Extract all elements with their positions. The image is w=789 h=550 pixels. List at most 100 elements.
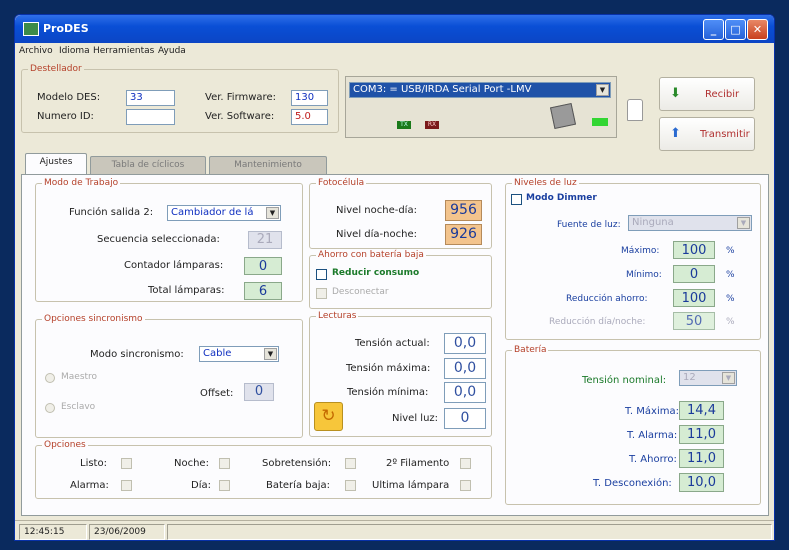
connection-led bbox=[592, 118, 608, 126]
t-alarma-label: T. Alarma: bbox=[627, 430, 678, 441]
rx-indicator: RX bbox=[425, 121, 439, 129]
chevron-down-icon[interactable]: ▼ bbox=[266, 207, 279, 219]
t-maxima-field[interactable]: 14,4 bbox=[679, 401, 724, 420]
tx-label: TX bbox=[400, 121, 408, 128]
t-desconexion-field[interactable]: 10,0 bbox=[679, 473, 724, 492]
t-ahorro-label: T. Ahorro: bbox=[629, 454, 677, 465]
maestro-radio bbox=[45, 373, 55, 383]
reduccion-dn-field: 50 bbox=[673, 312, 715, 330]
recibir-button[interactable]: ⬇ Recibir bbox=[659, 77, 755, 111]
listo-indicator bbox=[121, 458, 132, 469]
app-window: ProDES _ □ ✕ Archivo Idioma Herramientas… bbox=[14, 14, 775, 541]
refresh-icon: ↻ bbox=[321, 406, 336, 426]
menu-archivo[interactable]: Archivo bbox=[19, 46, 53, 56]
port-select[interactable]: COM3: = USB/IRDA Serial Port -LMV ▼ bbox=[349, 82, 611, 98]
dia-noche-label: Nivel día-noche: bbox=[336, 229, 417, 240]
sobretension-label: Sobretensión: bbox=[262, 458, 332, 469]
maximo-label: Máximo: bbox=[621, 246, 660, 256]
total-label: Total lámparas: bbox=[148, 285, 225, 296]
funcion-value: Cambiador de lá bbox=[171, 207, 254, 218]
tension-actual-field: 0,0 bbox=[444, 333, 486, 354]
niveles-title: Niveles de luz bbox=[512, 178, 579, 188]
menu-bar: Archivo Idioma Herramientas Ayuda bbox=[15, 43, 774, 60]
filamento-label: 2º Filamento bbox=[386, 458, 450, 469]
status-message bbox=[167, 524, 772, 540]
noche-dia-field[interactable]: 956 bbox=[445, 200, 482, 221]
sincronismo-select[interactable]: Cable ▼ bbox=[199, 346, 279, 362]
secuencia-field: 21 bbox=[248, 231, 282, 249]
offset-field: 0 bbox=[244, 383, 274, 401]
fuente-value: Ninguna bbox=[632, 217, 674, 228]
minimo-label: Mínimo: bbox=[626, 270, 662, 280]
app-icon bbox=[23, 22, 39, 36]
reduccion-field[interactable]: 100 bbox=[673, 289, 715, 307]
status-date: 23/06/2009 bbox=[89, 524, 165, 540]
firmware-field[interactable]: 130 bbox=[291, 90, 328, 106]
t-ahorro-field[interactable]: 11,0 bbox=[679, 449, 724, 468]
recibir-label: Recibir bbox=[705, 89, 740, 100]
noche-dia-label: Nivel noche-día: bbox=[336, 205, 417, 216]
numero-id-field[interactable] bbox=[126, 109, 175, 125]
minimo-unit: % bbox=[726, 270, 735, 280]
t-desconexion-label: T. Desconexión: bbox=[593, 478, 672, 489]
reduccion-dn-label: Reducción día/noche: bbox=[549, 317, 646, 327]
minimo-field[interactable]: 0 bbox=[673, 265, 715, 283]
status-time: 12:45:15 bbox=[19, 524, 87, 540]
tension-maxima-label: Tensión máxima: bbox=[346, 363, 431, 374]
noche-indicator bbox=[219, 458, 230, 469]
opciones-title: Opciones bbox=[42, 440, 88, 450]
refresh-button[interactable]: ↻ bbox=[314, 402, 343, 431]
bateria-baja-label: Batería baja: bbox=[266, 480, 331, 491]
transmitir-label: Transmitir bbox=[700, 129, 750, 140]
maximize-button[interactable]: □ bbox=[725, 19, 746, 40]
tab-tabla-ciclicos[interactable]: Tabla de cíclicos bbox=[90, 156, 206, 174]
maximo-field[interactable]: 100 bbox=[673, 241, 715, 259]
fuente-select: Ninguna ▼ bbox=[628, 215, 752, 231]
contador-field: 0 bbox=[244, 257, 282, 275]
title-bar[interactable]: ProDES _ □ ✕ bbox=[15, 15, 774, 43]
fotocelula-title: Fotocélula bbox=[316, 178, 367, 188]
t-maxima-label: T. Máxima: bbox=[625, 406, 679, 417]
t-alarma-field[interactable]: 11,0 bbox=[679, 425, 724, 444]
chevron-down-icon[interactable]: ▼ bbox=[596, 84, 609, 96]
minimize-button[interactable]: _ bbox=[703, 19, 724, 40]
bateria-title: Batería bbox=[512, 345, 549, 355]
dia-noche-field[interactable]: 926 bbox=[445, 224, 482, 245]
menu-idioma[interactable]: Idioma bbox=[59, 46, 90, 56]
total-field: 6 bbox=[244, 282, 282, 300]
sincronismo-modo-label: Modo sincronismo: bbox=[90, 349, 184, 360]
menu-herramientas[interactable]: Herramientas bbox=[93, 46, 154, 56]
software-field[interactable]: 5.0 bbox=[291, 109, 328, 125]
menu-ayuda[interactable]: Ayuda bbox=[158, 46, 186, 56]
sobretension-indicator bbox=[345, 458, 356, 469]
funcion-select[interactable]: Cambiador de lá ▼ bbox=[167, 205, 281, 221]
transmitir-button[interactable]: ⬆ Transmitir bbox=[659, 117, 755, 151]
chevron-down-icon[interactable]: ▼ bbox=[264, 348, 277, 360]
close-button[interactable]: ✕ bbox=[747, 19, 768, 40]
modo-trabajo-title: Modo de Trabajo bbox=[42, 178, 121, 188]
numero-id-label: Numero ID: bbox=[37, 111, 94, 122]
tab-ajustes[interactable]: Ajustes bbox=[25, 153, 87, 174]
desconectar-checkbox bbox=[316, 288, 327, 299]
download-icon: ⬇ bbox=[670, 86, 681, 101]
bateria-baja-indicator bbox=[345, 480, 356, 491]
window-title: ProDES bbox=[43, 22, 89, 35]
ultima-lampara-label: Ultima lámpara bbox=[372, 480, 450, 491]
chevron-down-icon: ▼ bbox=[737, 217, 750, 229]
sincronismo-value: Cable bbox=[203, 348, 232, 359]
firmware-label: Ver. Firmware: bbox=[205, 92, 276, 103]
dimmer-checkbox[interactable] bbox=[511, 194, 522, 205]
funcion-label: Función salida 2: bbox=[69, 207, 154, 218]
reduccion-label: Reducción ahorro: bbox=[566, 294, 648, 304]
modelo-field[interactable]: 33 bbox=[126, 90, 175, 106]
tension-nominal-value: 12 bbox=[683, 372, 696, 383]
secuencia-label: Secuencia seleccionada: bbox=[97, 234, 220, 245]
tab-mantenimiento[interactable]: Mantenimiento bbox=[209, 156, 327, 174]
reducir-checkbox[interactable] bbox=[316, 269, 327, 280]
reduccion-dn-unit: % bbox=[726, 317, 735, 327]
status-bar: 12:45:15 23/06/2009 bbox=[15, 520, 774, 540]
device-icon bbox=[549, 102, 577, 130]
desconectar-label: Desconectar bbox=[332, 287, 389, 297]
reduccion-unit: % bbox=[726, 294, 735, 304]
ahorro-title: Ahorro con batería baja bbox=[316, 250, 426, 260]
